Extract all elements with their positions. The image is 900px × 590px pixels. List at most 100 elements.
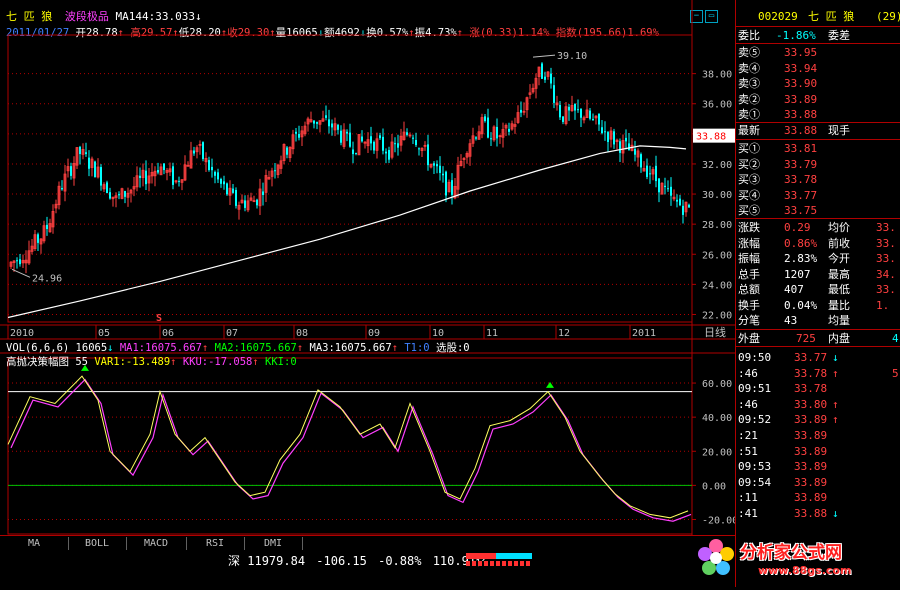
market-pct: -0.88% (378, 554, 422, 568)
candle-body (202, 142, 204, 160)
candle-body (394, 143, 396, 145)
candle-body (682, 205, 684, 215)
candle-body (451, 180, 453, 195)
candle-body (553, 85, 555, 103)
stat-row: 总额 407 最低 33. (736, 282, 900, 298)
candle-body (607, 132, 609, 142)
candle-body (496, 126, 498, 139)
oscillator-pane: 60.00 40.00 20.00 0.00 -20.00 (7, 357, 735, 535)
candle-body (193, 150, 195, 154)
x-tick-label: 08 (296, 328, 308, 339)
stat-value: 0.04% (784, 298, 818, 312)
candle-body (19, 259, 21, 265)
inner-label: 内盘 (828, 332, 850, 345)
ask-label: 卖⑤ (738, 46, 760, 59)
quote-panel: 002029 七 匹 狼 (29) 委比 -1.86% 委差 卖⑤ 33.95 卖④… (735, 0, 900, 587)
tick-time: :11 (738, 491, 758, 505)
stock-code: 002029 (758, 10, 798, 23)
stat-label: 总额 (738, 283, 760, 296)
panel-divider (736, 139, 900, 140)
candle-body (145, 170, 147, 185)
osc-name[interactable]: 高抛决策幅图 (6, 356, 69, 368)
candle-body (361, 136, 363, 142)
tick-time: :41 (738, 507, 758, 520)
candle-body (178, 180, 180, 182)
candle-body (664, 185, 666, 188)
tab-rsi[interactable]: RSI (186, 537, 245, 550)
osc-y-tick-label: 0.00 (702, 481, 726, 492)
candle-body (214, 171, 216, 176)
candle-body (604, 131, 606, 133)
candle-body (88, 157, 90, 169)
candle-body (655, 165, 657, 182)
tick-time: 09:51 (738, 382, 772, 396)
candle-body (646, 165, 648, 177)
candle-body (286, 147, 288, 155)
candle-body (172, 166, 174, 185)
stat-row: 总手 1207 最高 34. (736, 267, 900, 283)
panel-divider (736, 43, 900, 44)
tick-time: :21 (738, 429, 758, 442)
ask-row: 卖④ 33.94 (736, 61, 900, 77)
stat-value: 1207 (784, 267, 811, 281)
candle-body (544, 76, 546, 80)
chart-canvas[interactable]: 38.0036.0034.0032.0030.0028.0026.0024.00… (0, 0, 735, 587)
candle-body (601, 127, 603, 134)
y-tick-label: 30.00 (702, 190, 732, 201)
candle-body (445, 171, 447, 196)
candle-body (232, 188, 234, 193)
stat-label: 总手 (738, 267, 760, 281)
x-tick-label: 06 (162, 328, 174, 339)
candle-body (670, 186, 672, 196)
bid-price: 33.81 (784, 142, 818, 155)
candle-body (619, 141, 621, 153)
stat-row: 涨幅 0.86% 前收 33. (736, 236, 900, 252)
tick-price: 33.89 (794, 475, 828, 489)
tick-time: :46 (738, 397, 758, 411)
candle-body (226, 183, 228, 195)
candle-body (100, 167, 102, 186)
kku-line (10, 378, 692, 522)
tick-row: :21 33.89 (736, 428, 900, 444)
tick-time: :51 (738, 444, 758, 458)
bid-row: 买⑤ 33.75 (736, 203, 900, 219)
tab-dmi[interactable]: DMI (244, 537, 303, 550)
stat-label: 涨跌 (738, 221, 760, 234)
ask-label: 卖③ (738, 77, 760, 90)
candle-body (211, 166, 213, 171)
candle-body (439, 165, 441, 173)
ask-label: 卖④ (738, 61, 760, 75)
bid-label: 买⑤ (738, 204, 760, 217)
tick-arrow: ↑ (832, 413, 839, 427)
kku-arrow: ↑ (252, 356, 259, 368)
ask-label: 卖② (738, 92, 760, 106)
y-tick-label: 32.00 (702, 160, 732, 171)
tab-boll[interactable]: BOLL (68, 537, 127, 550)
candle-body (487, 117, 489, 138)
candle-body (70, 166, 72, 176)
x-tick-label: 09 (368, 328, 380, 339)
vol-value: 16065 (75, 342, 108, 354)
x-tick-label: 10 (432, 328, 444, 339)
tab-ma[interactable]: MA (0, 537, 69, 550)
stat-row: 换手 0.04% 量比 1. (736, 298, 900, 314)
candle-body (574, 103, 576, 111)
ma2-arrow: ↑ (296, 342, 304, 354)
candle-body (244, 200, 246, 208)
candle-body (427, 144, 429, 166)
candle-body (475, 137, 477, 139)
indicator-tabs: MA BOLL MACD RSI DMI (0, 535, 735, 550)
candle-body (508, 128, 510, 132)
stat-value-2: 34. (876, 267, 896, 281)
candle-body (640, 154, 642, 168)
candle-body (412, 137, 414, 139)
stat-value: 0.86% (784, 236, 818, 250)
vol-indicator-label[interactable]: VOL(6,6,6) (6, 342, 69, 354)
chart-grid (0, 0, 735, 535)
candle-body (634, 148, 636, 155)
tick-row: :51 33.89 (736, 444, 900, 460)
ask-price: 33.94 (784, 61, 818, 75)
tab-macd[interactable]: MACD (126, 537, 187, 550)
stat-label: 换手 (738, 298, 760, 312)
candle-body (628, 143, 630, 151)
